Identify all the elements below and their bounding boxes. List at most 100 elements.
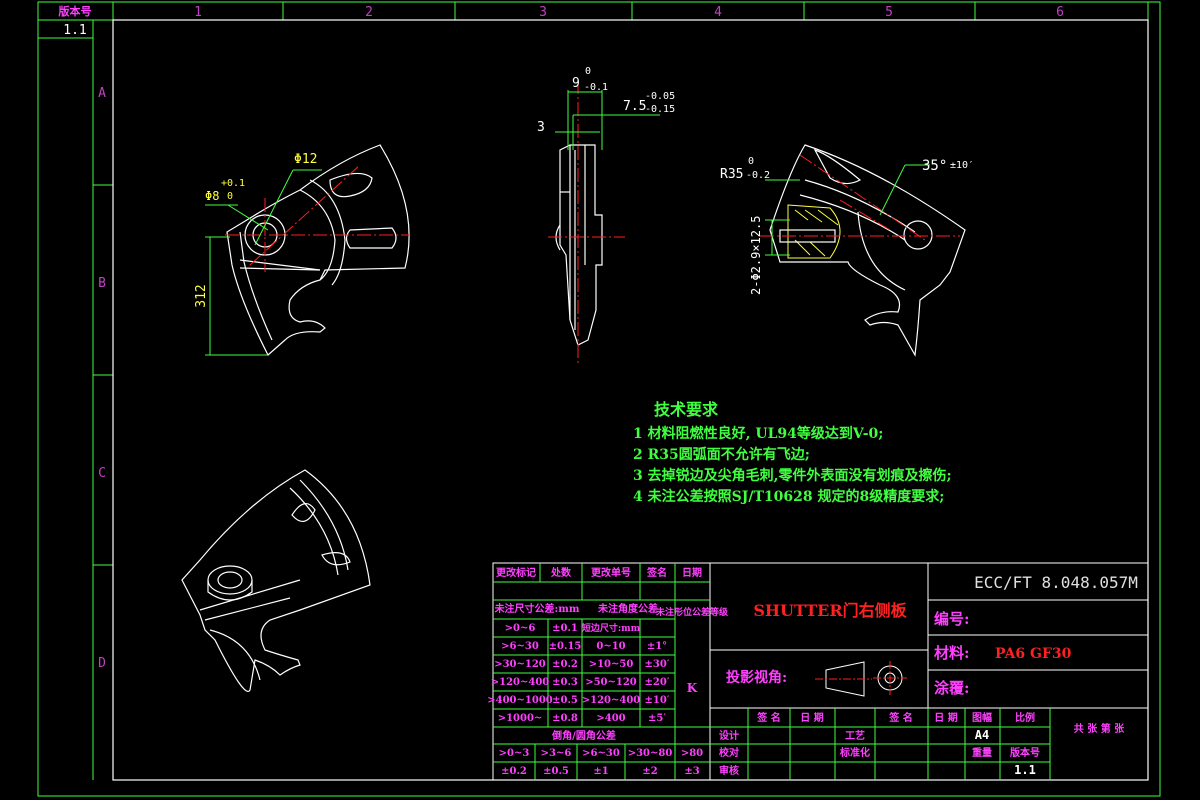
drawing-size-label: 图幅	[972, 711, 992, 724]
tol-row2-c4: ±1°	[647, 641, 667, 652]
front-view	[226, 144, 410, 356]
tol-row1-c1: >0~6	[505, 623, 536, 634]
col-label-4: 4	[714, 5, 722, 20]
tol-row4-c4: ±20′	[645, 677, 670, 688]
drawing-number: ECC/FT 8.048.057M	[974, 573, 1138, 592]
tol-row5-c1: >400~1000	[487, 695, 553, 706]
dim-phi8-tol-upper: +0.1	[221, 178, 245, 189]
code-label: 编号:	[934, 610, 970, 628]
chamfer-range-1: >0~3	[499, 748, 530, 759]
dim-7-5-tol-lower: -0.15	[645, 104, 675, 115]
chamfer-tol-2: ±0.5	[543, 766, 569, 777]
material-value: PA6 GF30	[995, 646, 1072, 662]
chamfer-range-2: >3~6	[541, 748, 572, 759]
sign-col-4: 日 期	[934, 711, 957, 724]
row-label-b: B	[98, 276, 106, 291]
tol-row2-c3: 0~10	[596, 641, 625, 652]
tol-row6-c2: ±0.8	[552, 713, 578, 724]
tol-title: 未注尺寸公差:mm	[494, 602, 580, 615]
dim-phi8-tol-lower: 0	[227, 191, 233, 202]
row-label-c: C	[98, 466, 106, 481]
section-view	[769, 144, 966, 357]
sign-col-2: 日 期	[800, 711, 823, 724]
dim-9-tol-lower: -0.1	[584, 82, 608, 93]
audit-label: 审核	[719, 764, 739, 777]
version-cell: 1.1	[63, 23, 86, 38]
tol-row5-c4: ±10′	[645, 695, 670, 706]
dim-312: 312	[194, 284, 209, 307]
dim-3: 3	[537, 120, 545, 135]
dim-phi12: Φ12	[294, 152, 317, 167]
tech-item-3: 3 去掉锐边及尖角毛刺,零件外表面没有划痕及擦伤;	[633, 467, 952, 484]
dim-35deg-tol: ±10′	[950, 160, 974, 171]
tech-title: 技术要求	[654, 400, 719, 419]
tol-row2-c2: ±0.15	[549, 641, 582, 652]
col-label-3: 3	[539, 5, 547, 20]
tech-item-1: 1 材料阻燃性良好, UL94等级达到V-0;	[633, 425, 883, 442]
coating-label: 涂覆:	[934, 679, 970, 697]
chamfer-range-5: >80	[681, 748, 703, 759]
dim-holes: 2-Φ2.9×12.5	[749, 216, 763, 295]
tol-row3-c2: ±0.2	[552, 659, 578, 670]
tol-row3-c4: ±30′	[645, 659, 670, 670]
angle-title: 未注角度公差	[597, 602, 658, 615]
header-date: 日期	[682, 566, 702, 579]
projection-symbol	[815, 661, 907, 697]
dim-7-5-tol-upper: -0.05	[645, 91, 675, 102]
tech-item-2: 2 R35圆弧面不允许有飞边;	[633, 446, 810, 463]
sign-col-3: 签 名	[888, 711, 912, 724]
col-label-2: 2	[365, 5, 373, 20]
tol-row1-c2: ±0.1	[552, 623, 578, 634]
chamfer-range-4: >30~80	[628, 748, 673, 759]
tol-row5-c3: >120~400	[582, 695, 641, 706]
drawing-size: A4	[975, 728, 989, 742]
header-change-no: 更改单号	[591, 566, 631, 579]
material-label: 材料:	[934, 644, 970, 662]
tol-row6-c4: ±5′	[648, 713, 666, 724]
tol-row1-c3: 短边尺寸:mm	[582, 622, 641, 634]
tol-row4-c1: >120~400	[491, 677, 550, 688]
col-label-5: 5	[885, 5, 893, 20]
header-count: 处数	[550, 566, 572, 579]
top-left-label: 版本号	[59, 4, 92, 18]
section-hatch	[787, 204, 841, 259]
projection-label: 投影视角:	[726, 669, 787, 686]
row-label-d: D	[98, 656, 106, 671]
col-label-6: 6	[1056, 5, 1064, 20]
chamfer-range-3: >6~30	[582, 748, 620, 759]
standard-label: 标准化	[839, 746, 870, 759]
tol-row3-c3: >10~50	[589, 659, 634, 670]
chamfer-tol-3: ±1	[593, 766, 608, 777]
version-value: 1.1	[1014, 763, 1036, 777]
shape-tol-value: K	[687, 681, 698, 695]
tol-row4-c3: >50~120	[585, 677, 637, 688]
dim-9-tol-upper: 0	[585, 66, 591, 77]
chamfer-title: 倒角/圆角公差	[551, 729, 616, 742]
check-label: 校对	[719, 746, 739, 759]
shape-tol: 未注形位公差等级	[655, 606, 729, 618]
dim-r35-tol-upper: 0	[748, 156, 754, 167]
dim-r35: R35	[720, 167, 743, 182]
header-signature: 签名	[646, 566, 667, 579]
tol-row4-c2: ±0.3	[552, 677, 578, 688]
row-label-a: A	[98, 86, 106, 101]
dim-9: 9	[572, 76, 580, 91]
scale-label: 比例	[1015, 711, 1035, 724]
weight-label: 重量	[972, 746, 992, 759]
sign-col-1: 签 名	[756, 711, 780, 724]
tol-row2-c1: >6~30	[501, 641, 539, 652]
part-name: SHUTTER门右侧板	[753, 601, 907, 620]
dim-7-5: 7.5	[623, 99, 646, 114]
dim-phi8: Φ8	[205, 189, 219, 203]
isometric-view	[181, 469, 371, 692]
tol-row6-c1: >1000~	[498, 713, 543, 724]
tech-item-4: 4 未注公差按照SJ/T10628 规定的8级精度要求;	[633, 488, 944, 505]
cad-drawing: 版本号 1.1 1 2 3 4 5 6 A B C D Φ12 Φ8 +0.1 …	[37, 1, 1161, 797]
side-view	[555, 144, 603, 346]
process-label: 工艺	[845, 729, 865, 742]
version-label: 版本号	[1010, 746, 1040, 759]
tol-row3-c1: >30~120	[494, 659, 546, 670]
dim-r35-tol-lower: -0.2	[746, 170, 770, 181]
sheets-label: 共 张 第 张	[1074, 722, 1125, 735]
title-block-texts: 更改标记 处数 更改单号 签名 日期 未注尺寸公差:mm 未注角度公差 未注形位…	[487, 566, 1125, 777]
